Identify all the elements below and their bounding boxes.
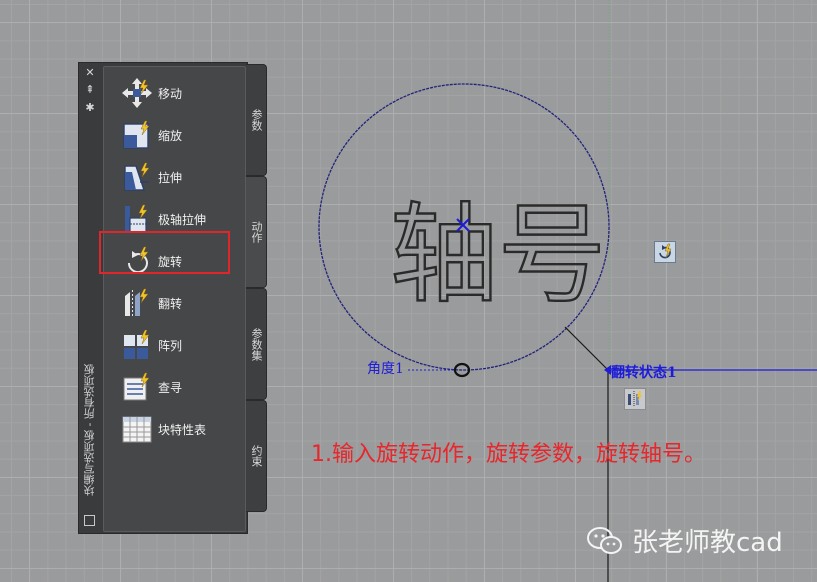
palette-menu-icon[interactable] [84, 515, 95, 526]
array-action-icon [124, 330, 150, 359]
axis-number-text[interactable]: 轴号 [389, 192, 607, 319]
angle-param-label[interactable]: 角度1 [367, 358, 404, 378]
rotate-highlight-box [99, 231, 230, 274]
palette-titlebar[interactable]: ✕ ⇞ ✱ 块编写选项板 - 所有选项板 [79, 63, 102, 533]
lookup-action-icon [123, 372, 150, 401]
palette-title: 块编写选项板 - 所有选项板 [83, 364, 96, 496]
watermark-text: 张老师教cad [632, 528, 783, 558]
tab-parameters[interactable]: 参数 [246, 64, 267, 176]
tab-actions[interactable]: 动作 [246, 176, 267, 288]
instruction-annotation: 1.输入旋转动作，旋转参数，旋转轴号。 [311, 442, 706, 467]
tab-label: 动作 [250, 221, 263, 243]
tab-parameter-sets[interactable]: 参数集 [246, 288, 267, 400]
tool-move[interactable]: 移动 [122, 76, 242, 110]
scale-action-icon [123, 120, 150, 149]
wechat-icon [587, 526, 622, 554]
tool-label: 查寻 [158, 380, 183, 395]
tool-lookup[interactable]: 查寻 [122, 370, 242, 404]
tool-label: 缩放 [158, 128, 183, 143]
tool-scale[interactable]: 缩放 [122, 118, 242, 152]
properties-icon[interactable]: ✱ [83, 101, 97, 114]
flip-action-badge-icon[interactable] [624, 388, 646, 410]
tab-label: 参数 [250, 109, 263, 131]
flip-state-label[interactable]: 翻转状态1 [611, 362, 677, 382]
autohide-icon[interactable]: ⇞ [83, 83, 97, 96]
flip-action-icon [125, 288, 149, 317]
block-table-icon [122, 416, 152, 443]
block-authoring-palette: ✕ ⇞ ✱ 块编写选项板 - 所有选项板 移动 缩放 拉伸 极轴拉伸 旋转 翻转… [78, 62, 248, 534]
polar-stretch-action-icon [125, 204, 150, 233]
tool-label: 阵列 [158, 338, 183, 353]
tool-flip[interactable]: 翻转 [122, 286, 242, 320]
tool-label: 翻转 [158, 296, 183, 311]
palette-tools-area: 移动 缩放 拉伸 极轴拉伸 旋转 翻转 阵列 查寻 块特性表 [103, 66, 246, 532]
tab-constraints[interactable]: 约束 [246, 400, 267, 512]
tool-array[interactable]: 阵列 [122, 328, 242, 362]
tool-label: 移动 [158, 86, 183, 101]
leader-line [564, 326, 609, 371]
palette-tabs: 参数 动作 参数集 约束 [246, 64, 268, 514]
stretch-action-icon [124, 162, 150, 191]
watermark: 张老师教cad [586, 522, 783, 559]
tool-stretch[interactable]: 拉伸 [122, 160, 242, 194]
tab-label: 参数集 [250, 327, 263, 361]
rotate-action-badge-icon[interactable] [654, 241, 676, 263]
tab-label: 约束 [250, 445, 263, 467]
tool-label: 拉伸 [158, 170, 183, 185]
tool-label: 块特性表 [158, 422, 207, 437]
tool-label: 极轴拉伸 [158, 212, 207, 227]
tool-block-properties-table[interactable]: 块特性表 [122, 412, 242, 446]
close-icon[interactable]: ✕ [83, 66, 97, 79]
move-action-icon [122, 78, 152, 108]
